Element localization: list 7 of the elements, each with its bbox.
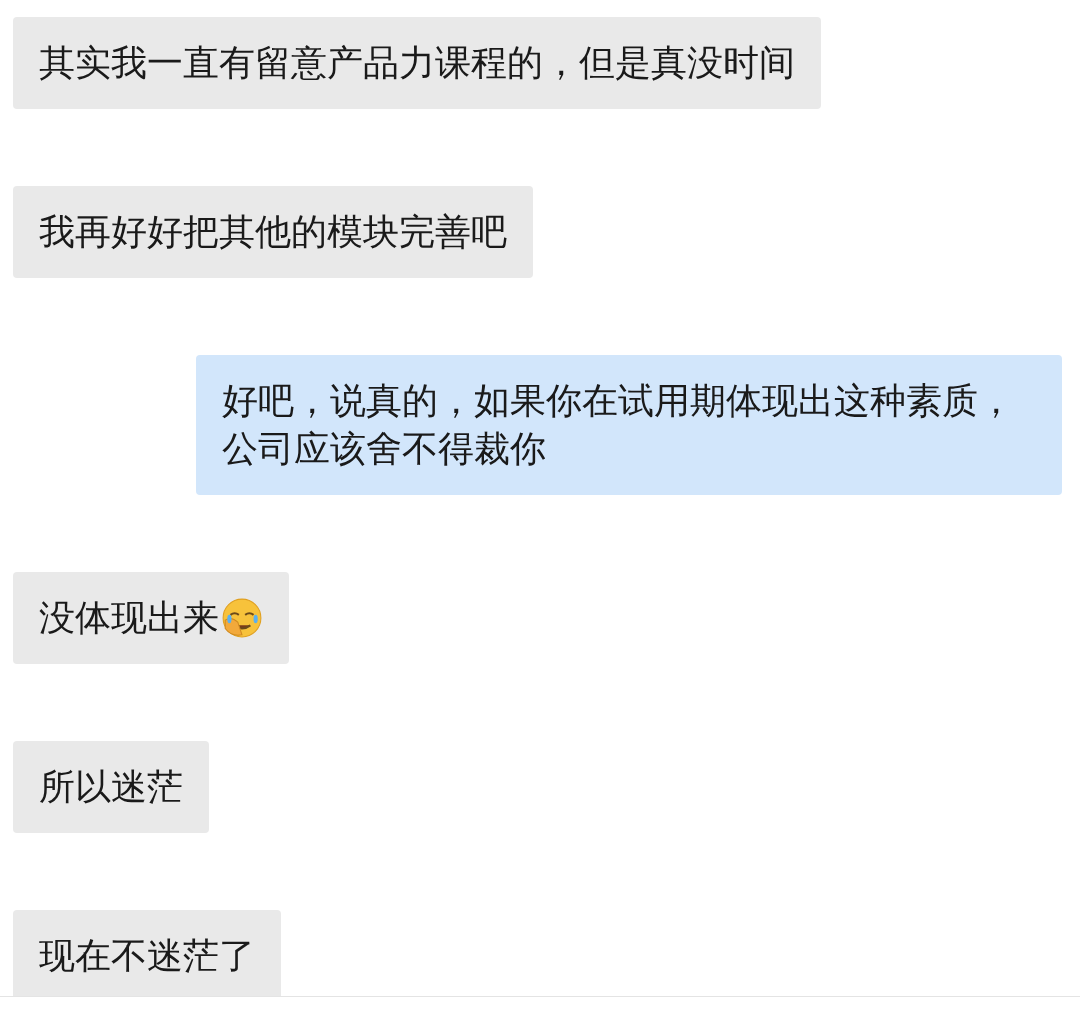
message-bubble: 好吧，说真的，如果你在试用期体现出这种素质，公司应该舍不得裁你 <box>196 355 1062 495</box>
message-bubble: 所以迷茫 <box>13 741 209 833</box>
message-bubble: 其实我一直有留意产品力课程的，但是真没时间 <box>13 17 821 109</box>
message-bubble: 没体现出来 <box>13 572 289 664</box>
message-bubble: 现在不迷茫了 <box>13 910 281 996</box>
emoji-icon <box>221 597 263 639</box>
message-bubble: 我再好好把其他的模块完善吧 <box>13 186 533 278</box>
